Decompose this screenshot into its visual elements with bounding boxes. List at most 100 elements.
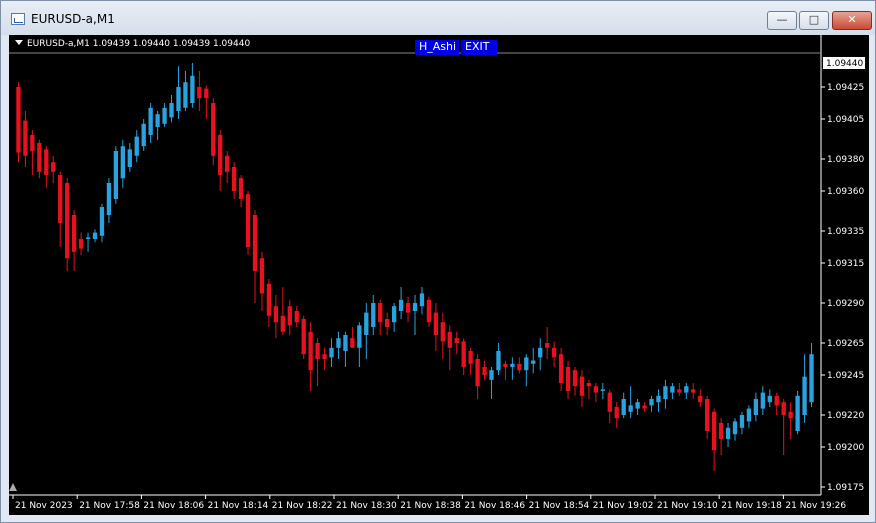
- candle-body: [218, 135, 223, 175]
- candle-body: [663, 386, 668, 399]
- candle-body: [565, 367, 571, 391]
- candle-body: [315, 343, 320, 359]
- candle-body: [670, 386, 675, 393]
- candle-body: [468, 351, 473, 364]
- candle-body: [364, 312, 369, 335]
- candle-body: [510, 363, 515, 367]
- candle-body: [99, 207, 105, 236]
- x-tick-label: 21 Nov 18:38: [400, 501, 461, 511]
- x-tick-label: 21 Nov 18:22: [272, 501, 333, 511]
- candle-body: [183, 82, 188, 108]
- candle-body: [475, 359, 480, 387]
- current-price-label: 1.09440: [826, 59, 863, 69]
- candle-body: [454, 338, 459, 343]
- candle-body: [120, 146, 125, 179]
- candle-body: [809, 354, 814, 403]
- x-tick-label: 21 Nov 2023: [15, 501, 73, 511]
- candle-body: [37, 143, 42, 172]
- candle-body: [621, 399, 626, 415]
- candle-body: [711, 411, 717, 451]
- candle-body: [517, 363, 522, 371]
- candle-body: [705, 399, 710, 431]
- candle-body: [329, 347, 334, 358]
- y-tick-label: 1.09315: [827, 259, 864, 269]
- x-tick-label: 21 Nov 18:06: [143, 501, 204, 511]
- candle-body: [113, 151, 119, 199]
- candle-body: [531, 360, 536, 364]
- candle-body: [294, 311, 299, 323]
- candle-body: [16, 87, 21, 153]
- candle-body: [155, 114, 160, 127]
- close-button[interactable]: ✕: [832, 11, 872, 30]
- candle-body: [558, 354, 564, 383]
- x-tick-label: 21 Nov 19:10: [657, 501, 718, 511]
- candle-body: [781, 402, 786, 415]
- terminal-window: EURUSD-a,M1 — □ ✕ 1.09425 1.09405 1.09380 1…: [0, 0, 876, 523]
- candle-body: [190, 75, 195, 103]
- candle-body: [169, 103, 174, 118]
- candlestick-chart[interactable]: 1.09425 1.09405 1.09380 1.09360 1.09335 1.093…: [9, 35, 869, 515]
- candle-body: [767, 395, 772, 403]
- exit-button[interactable]: EXIT: [461, 40, 497, 55]
- dropdown-triangle-icon[interactable]: [15, 40, 23, 45]
- candle-body: [732, 421, 738, 435]
- candle-body: [489, 370, 494, 380]
- candle-body: [371, 303, 376, 327]
- candle-body: [412, 303, 418, 311]
- candle-body: [127, 149, 132, 167]
- candle-body: [656, 395, 661, 403]
- candle-body: [58, 175, 63, 223]
- candle-body: [92, 232, 98, 239]
- candle-body: [774, 395, 779, 406]
- candle-body: [245, 194, 251, 247]
- candle-body: [378, 303, 383, 323]
- candle-body: [252, 215, 258, 271]
- chart-window-icon: [11, 13, 25, 25]
- candle-body: [440, 322, 445, 342]
- minimize-button[interactable]: —: [767, 11, 797, 30]
- candle-body: [30, 135, 35, 151]
- candle-body: [322, 354, 327, 359]
- candle-body: [405, 303, 411, 313]
- candle-body: [391, 306, 397, 323]
- h-ashi-button[interactable]: H_Ashi: [415, 40, 459, 55]
- candle-body: [398, 299, 404, 311]
- y-tick-label: 1.09220: [827, 411, 864, 421]
- candle-body: [148, 107, 153, 135]
- y-tick-label: 1.09200: [827, 443, 864, 453]
- candle-body: [259, 258, 265, 294]
- title-bar[interactable]: EURUSD-a,M1 — □ ✕: [1, 1, 875, 35]
- chart-header-text: EURUSD-a,M1 1.09439 1.09440 1.09439 1.09…: [27, 39, 251, 49]
- candle-body: [343, 335, 348, 351]
- candle-body: [385, 319, 390, 327]
- candle-body: [225, 155, 230, 172]
- y-tick-label: 1.09405: [827, 115, 864, 125]
- y-tick-label: 1.09245: [827, 371, 864, 381]
- candle-body: [545, 343, 550, 348]
- candle-body: [649, 399, 654, 406]
- x-tick-label: 21 Nov 18:14: [208, 501, 269, 511]
- candle-body: [308, 331, 313, 371]
- y-tick-label: 1.09360: [827, 187, 864, 197]
- candle-body: [204, 88, 209, 99]
- maximize-button[interactable]: □: [799, 11, 829, 30]
- candle-body: [85, 237, 91, 239]
- candle-body: [357, 325, 362, 348]
- chart-area[interactable]: 1.09425 1.09405 1.09380 1.09360 1.09335 1.093…: [9, 35, 869, 515]
- candle-body: [419, 293, 425, 307]
- candle-body: [280, 315, 285, 332]
- y-tick-label: 1.09290: [827, 299, 864, 309]
- candle-body: [677, 389, 682, 393]
- candle-body: [273, 306, 279, 323]
- candle-body: [718, 423, 724, 439]
- candle-body: [551, 347, 557, 358]
- candle-body: [141, 123, 146, 147]
- y-tick-label: 1.09425: [827, 83, 864, 93]
- candle-body: [65, 183, 70, 259]
- candle-body: [287, 306, 292, 326]
- chart-shift-marker-icon: [9, 483, 17, 491]
- y-tick-label: 1.09335: [827, 227, 864, 237]
- candle-body: [482, 367, 487, 375]
- candle-body: [600, 389, 605, 391]
- candle-body: [642, 405, 647, 409]
